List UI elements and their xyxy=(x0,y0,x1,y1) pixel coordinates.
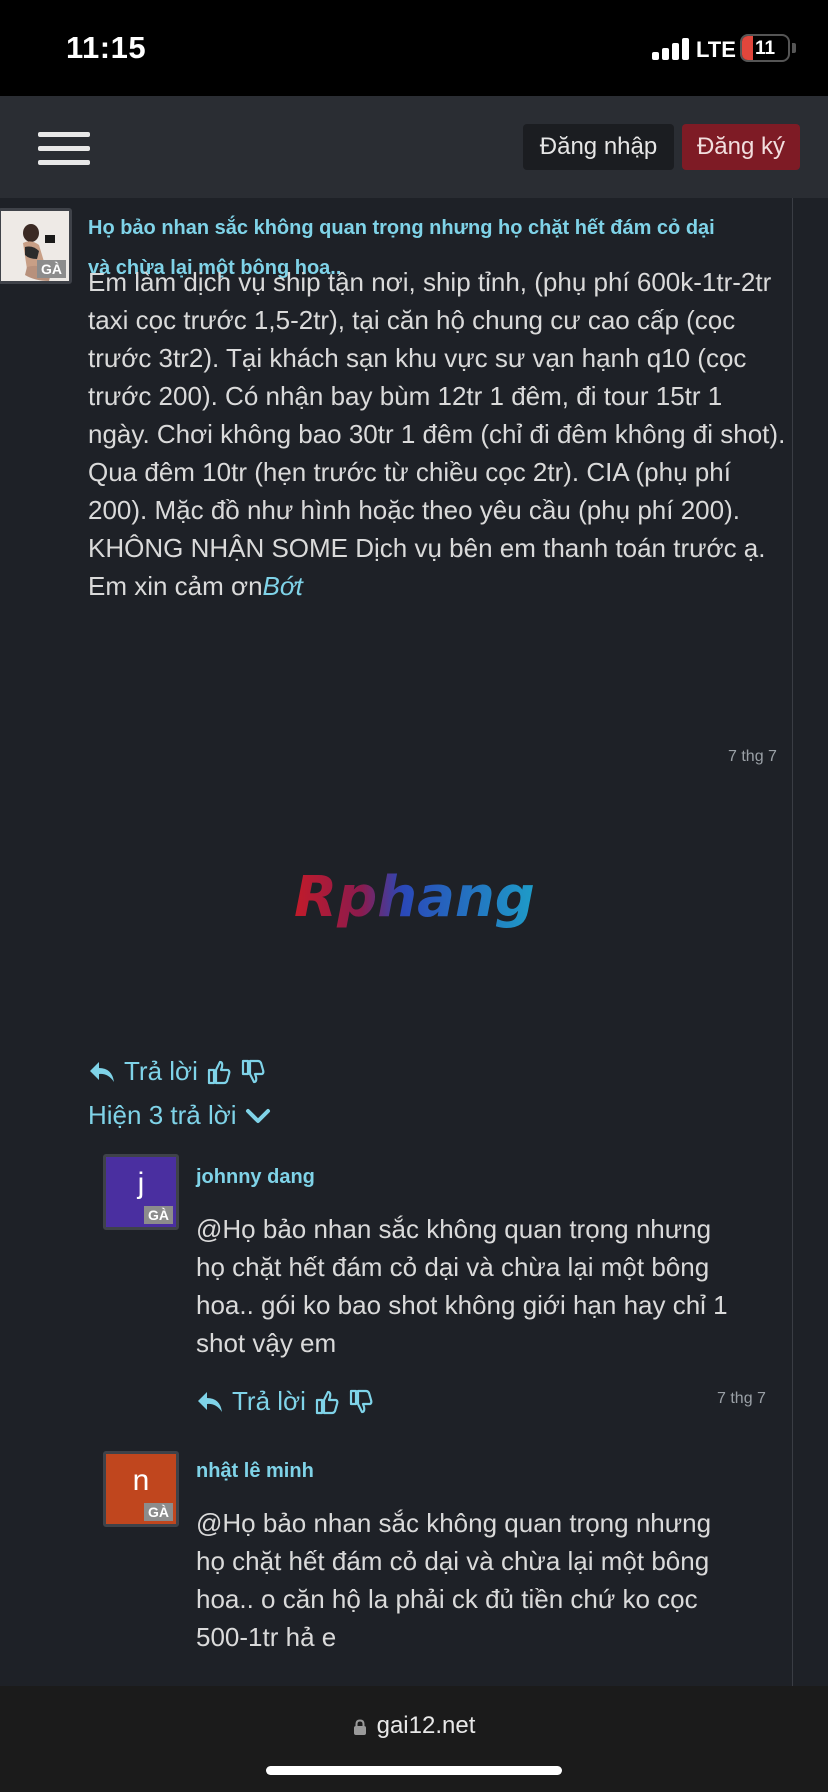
show-replies-label: Hiện 3 trả lời xyxy=(88,1100,237,1130)
reply-text-line: hoa.. o căn hộ la phải ck đủ tiền chứ ko… xyxy=(196,1584,698,1614)
reply-text-line: hoa.. gói ko bao shot không giới hạn hay… xyxy=(196,1290,728,1320)
reply-text-line: họ chặt hết đám cỏ dại và chừa lại một b… xyxy=(196,1546,710,1576)
rank-badge: GÀ xyxy=(37,260,66,278)
thumbs-up-icon[interactable] xyxy=(314,1389,340,1415)
reply-text-line: @Họ bảo nhan sắc không quan trọng nhưng xyxy=(196,1508,712,1538)
reply-author[interactable]: johnny dang xyxy=(196,1166,315,1189)
reply-text-line: họ chặt hết đám cỏ dại và chừa lại một b… xyxy=(196,1252,710,1282)
avatar-letter: j xyxy=(137,1167,145,1200)
post-time: 7 thg 7 xyxy=(728,748,777,765)
url-text: gai12.net xyxy=(376,1712,476,1739)
thumbs-down-icon[interactable] xyxy=(348,1389,374,1415)
rank-badge: GÀ xyxy=(144,1503,173,1521)
status-time: 11:15 xyxy=(66,30,147,65)
avatar-letter: n xyxy=(132,1464,150,1497)
status-bar: 11:15 LTE 11 xyxy=(0,0,828,96)
post-text: Em làm dịch vụ ship tận nơi, ship tỉnh, … xyxy=(88,267,786,601)
battery-level: 11 xyxy=(754,38,776,59)
home-indicator[interactable] xyxy=(266,1766,562,1775)
reply-time: 7 thg 7 xyxy=(717,1390,766,1407)
post-body: Em làm dịch vụ ship tận nơi, ship tỉnh, … xyxy=(88,263,788,605)
reply-author[interactable]: nhật lê minh xyxy=(196,1460,314,1483)
browser-url-bar: gai12.net xyxy=(0,1686,828,1792)
reply-icon[interactable] xyxy=(196,1390,224,1414)
reply-text-line: 500-1tr hả e xyxy=(196,1622,337,1652)
reply-icon[interactable] xyxy=(88,1060,116,1084)
reply-button[interactable]: Trả lời xyxy=(124,1056,198,1087)
reply-avatar[interactable]: n GÀ xyxy=(103,1451,179,1527)
reply-text-line: @Họ bảo nhan sắc không quan trọng nhưng xyxy=(196,1214,712,1244)
reply-body: @Họ bảo nhan sắc không quan trọng nhưng … xyxy=(196,1210,728,1362)
post-actions: Trả lời xyxy=(88,1056,266,1087)
post-title-line: Họ bảo nhan sắc không quan trọng nhưng h… xyxy=(88,217,715,239)
signal-icon xyxy=(652,36,692,60)
battery-icon: 11 xyxy=(740,34,790,62)
lock-icon xyxy=(353,1719,366,1735)
ad-brand: Rphang xyxy=(294,865,535,930)
address-field[interactable]: gai12.net xyxy=(0,1712,828,1740)
login-button[interactable]: Đăng nhập xyxy=(523,124,674,170)
rphang-logo: Rphang xyxy=(294,865,535,930)
register-button[interactable]: Đăng ký xyxy=(682,124,800,170)
post-text-suffix[interactable]: Bớt xyxy=(263,571,303,601)
reply-text-line: shot vậy em xyxy=(196,1328,337,1358)
site-header: Đăng nhập Đăng ký xyxy=(0,96,828,198)
network-type: LTE xyxy=(696,37,736,62)
reply-button[interactable]: Trả lời xyxy=(232,1386,306,1417)
rank-badge: GÀ xyxy=(144,1206,173,1224)
comment-thread: GÀ Họ bảo nhan sắc không quan trọng nhưn… xyxy=(0,198,828,1686)
thumbs-up-icon[interactable] xyxy=(206,1059,232,1085)
reply-actions: Trả lời xyxy=(196,1386,374,1417)
chevron-down-icon xyxy=(245,1108,270,1123)
menu-icon[interactable] xyxy=(38,132,90,166)
ad-banner[interactable]: Rphang xyxy=(290,858,540,938)
post-avatar[interactable]: GÀ xyxy=(0,208,72,284)
thumbs-down-icon[interactable] xyxy=(240,1059,266,1085)
show-replies-toggle[interactable]: Hiện 3 trả lời xyxy=(88,1100,271,1131)
reply-body: @Họ bảo nhan sắc không quan trọng nhưng … xyxy=(196,1504,711,1656)
reply-avatar[interactable]: j GÀ xyxy=(103,1154,179,1230)
